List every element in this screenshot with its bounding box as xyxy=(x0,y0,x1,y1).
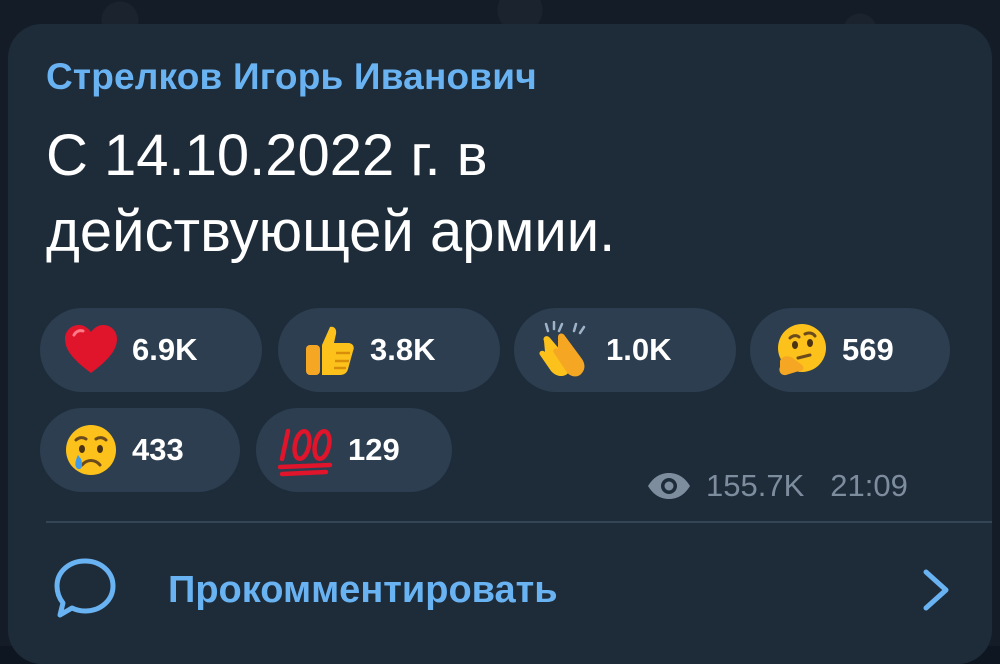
comment-bubble-icon xyxy=(54,558,116,618)
thumbs-up-icon xyxy=(300,321,358,379)
reaction-clapping[interactable]: 1.0K xyxy=(514,308,736,392)
thinking-face-icon xyxy=(772,321,830,379)
reaction-count: 433 xyxy=(132,432,184,467)
reaction-count: 569 xyxy=(842,332,894,367)
post-meta: 155.7K 21:09 xyxy=(646,468,908,504)
reaction-count: 129 xyxy=(348,432,400,467)
reaction-count: 3.8K xyxy=(370,332,436,367)
post-text: С 14.10.2022 г. в действующей армии. xyxy=(46,123,616,264)
reaction-heart[interactable]: 6.9K xyxy=(40,308,262,392)
post-time: 21:09 xyxy=(830,468,908,503)
reaction-count: 6.9K xyxy=(132,332,198,367)
crying-face-icon xyxy=(62,421,120,479)
hundred-points-icon xyxy=(278,421,336,479)
chevron-right-icon xyxy=(923,569,949,611)
post-author[interactable]: Стрелков Игорь Иванович xyxy=(46,56,537,98)
eye-icon xyxy=(648,473,690,499)
leave-comment-button[interactable]: Прокомментировать xyxy=(46,540,956,640)
clapping-hands-icon xyxy=(536,321,594,379)
leave-comment-label: Прокомментировать xyxy=(168,568,558,611)
red-heart-icon xyxy=(62,321,120,379)
reaction-crying[interactable]: 433 xyxy=(40,408,240,492)
divider xyxy=(46,521,992,523)
reaction-hundred[interactable]: 129 xyxy=(256,408,452,492)
view-count: 155.7K xyxy=(706,468,805,503)
reaction-count: 1.0K xyxy=(606,332,672,367)
reaction-thinking[interactable]: 569 xyxy=(750,308,950,392)
reaction-thumbs-up[interactable]: 3.8K xyxy=(278,308,500,392)
